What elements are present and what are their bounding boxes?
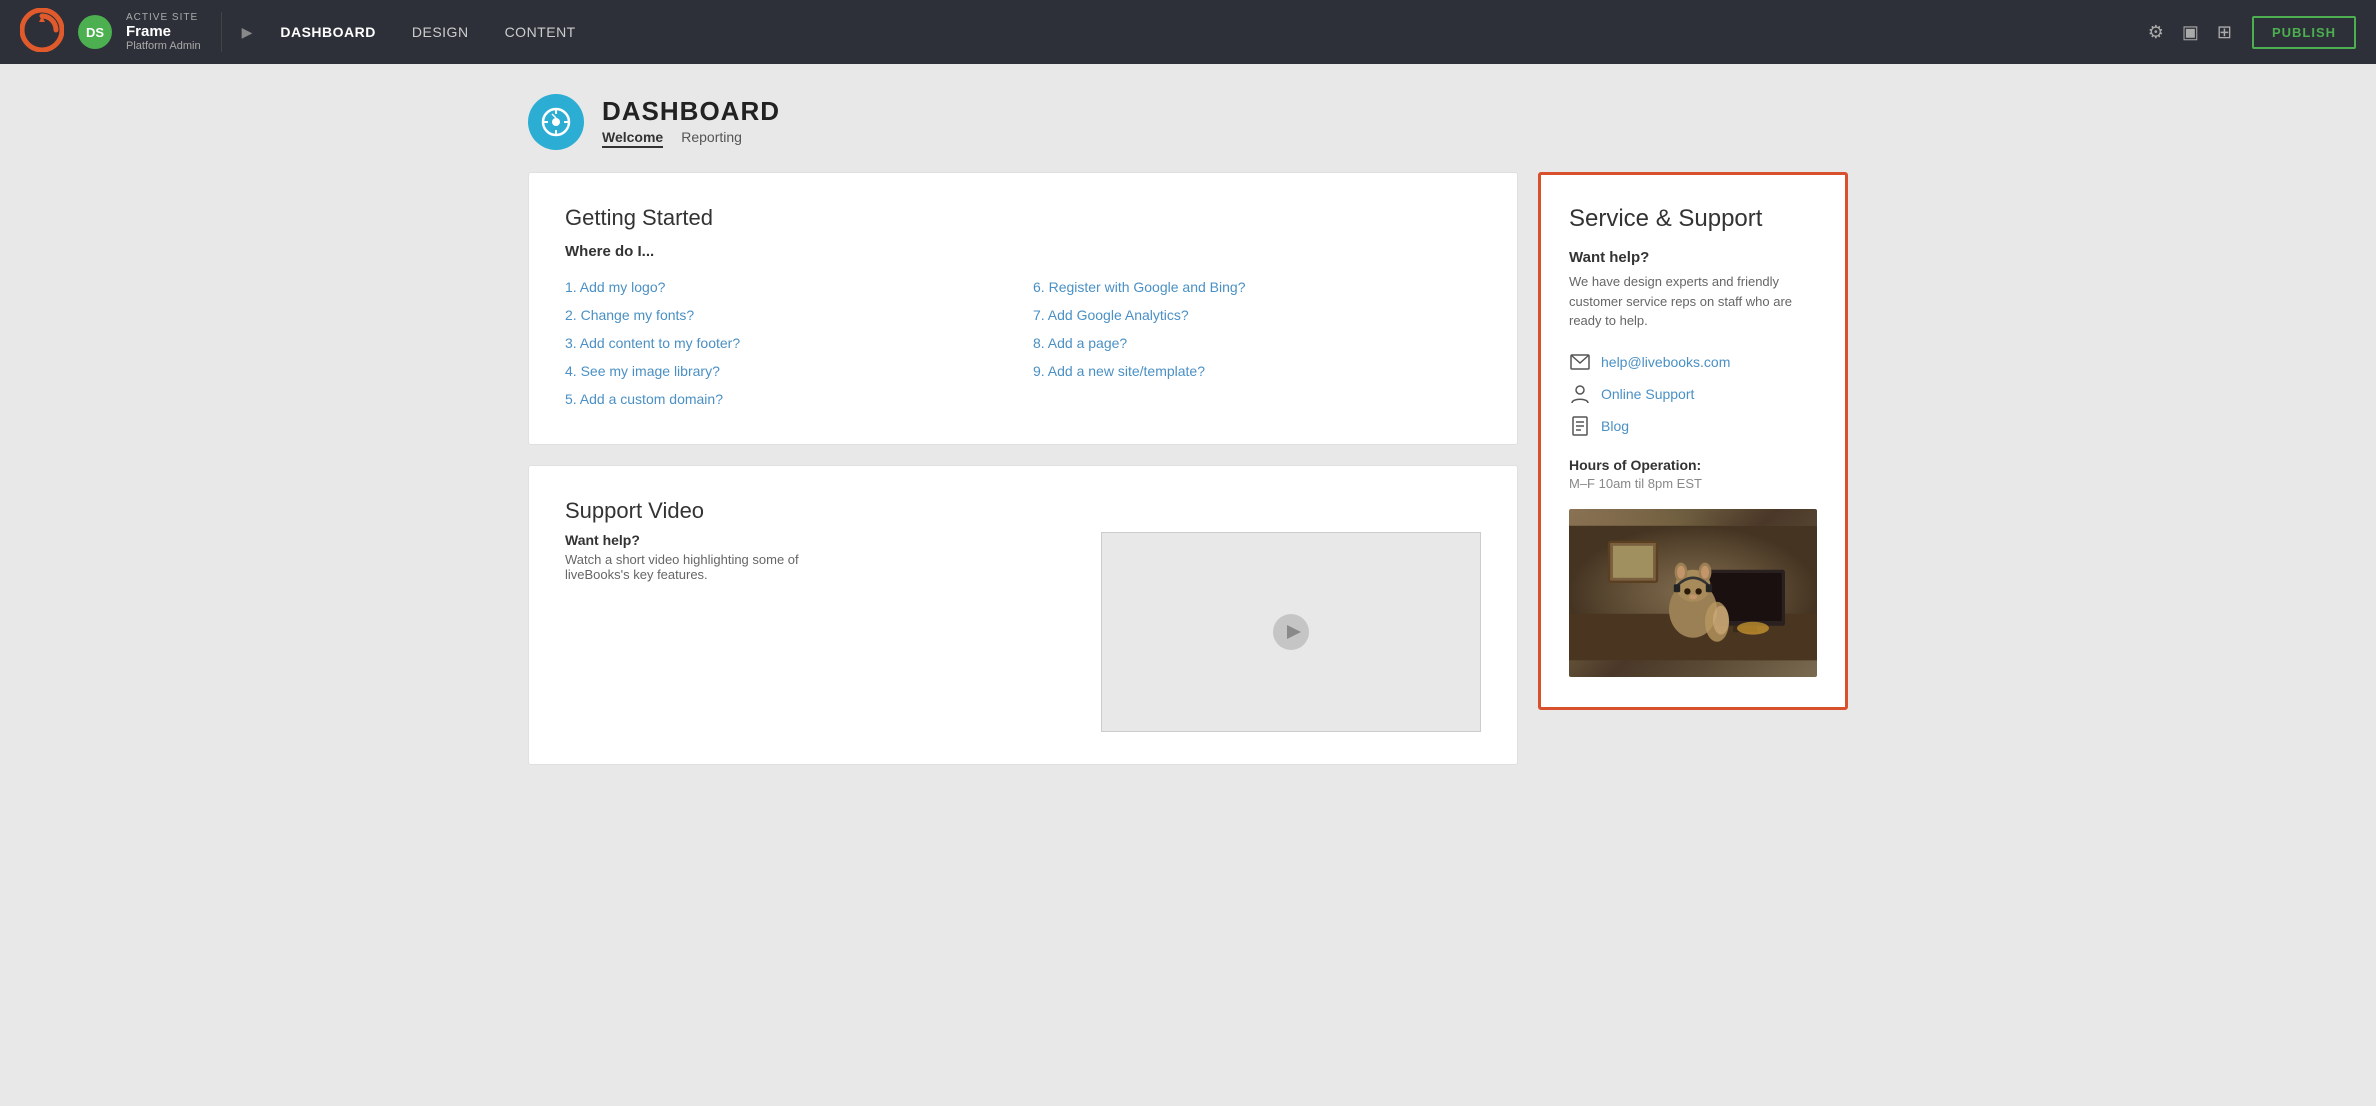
support-video-inner: Want help? Watch a short video highlight… bbox=[565, 532, 1481, 732]
page-title: DASHBOARD bbox=[602, 96, 780, 127]
service-description: We have design experts and friendly cust… bbox=[1569, 272, 1817, 331]
link-add-page[interactable]: 8. Add a page? bbox=[1033, 330, 1481, 356]
top-navigation: DS ACTIVE SITE Frame Platform Admin ▶ DA… bbox=[0, 0, 2376, 64]
site-info: ACTIVE SITE Frame Platform Admin bbox=[126, 12, 222, 52]
online-support-link[interactable]: Online Support bbox=[1601, 386, 1694, 402]
support-video-card: Support Video Want help? Watch a short v… bbox=[528, 465, 1518, 765]
link-register-google-bing[interactable]: 6. Register with Google and Bing? bbox=[1033, 274, 1481, 300]
main-layout: Getting Started Where do I... 1. Add my … bbox=[528, 172, 1848, 765]
main-right: Service & Support Want help? We have des… bbox=[1538, 172, 1848, 710]
publish-button[interactable]: PUBLISH bbox=[2252, 16, 2356, 49]
site-name: Frame bbox=[126, 23, 201, 40]
active-site-label: ACTIVE SITE bbox=[126, 12, 201, 23]
dashboard-tabs: Welcome Reporting bbox=[602, 129, 780, 148]
online-support-link-row: Online Support bbox=[1569, 383, 1817, 405]
links-grid: 1. Add my logo? 2. Change my fonts? 3. A… bbox=[565, 274, 1481, 412]
squirrel-image bbox=[1569, 509, 1817, 677]
service-title: Service & Support bbox=[1569, 205, 1817, 233]
service-support-card: Service & Support Want help? We have des… bbox=[1538, 172, 1848, 710]
link-change-fonts[interactable]: 2. Change my fonts? bbox=[565, 302, 1013, 328]
grid-icon[interactable]: ⊞ bbox=[2217, 22, 2232, 43]
email-link[interactable]: help@livebooks.com bbox=[1601, 354, 1730, 370]
link-image-library[interactable]: 4. See my image library? bbox=[565, 358, 1013, 384]
site-role: Platform Admin bbox=[126, 40, 201, 52]
play-button[interactable]: ▶ bbox=[242, 24, 253, 41]
nav-link-dashboard[interactable]: DASHBOARD bbox=[280, 24, 376, 40]
service-want-help-label: Want help? bbox=[1569, 249, 1817, 266]
nav-link-content[interactable]: CONTENT bbox=[505, 24, 576, 40]
getting-started-title: Getting Started bbox=[565, 205, 1481, 231]
dashboard-icon bbox=[528, 94, 584, 150]
hours-title: Hours of Operation: bbox=[1569, 457, 1817, 473]
blog-link-row: Blog bbox=[1569, 415, 1817, 437]
link-add-logo[interactable]: 1. Add my logo? bbox=[565, 274, 1013, 300]
page-body: DASHBOARD Welcome Reporting Getting Star… bbox=[488, 64, 1888, 795]
settings-icon[interactable]: ⚙ bbox=[2148, 22, 2164, 43]
support-video-title: Support Video bbox=[565, 498, 1481, 524]
dashboard-title-area: DASHBOARD Welcome Reporting bbox=[602, 96, 780, 148]
dashboard-header: DASHBOARD Welcome Reporting bbox=[528, 94, 1848, 150]
email-icon bbox=[1569, 351, 1591, 373]
service-links: help@livebooks.com Online Support bbox=[1569, 351, 1817, 437]
links-col2: 6. Register with Google and Bing? 7. Add… bbox=[1033, 274, 1481, 412]
blog-icon bbox=[1569, 415, 1591, 437]
want-help-label: Want help? bbox=[565, 532, 1071, 548]
hours-text: M–F 10am til 8pm EST bbox=[1569, 476, 1817, 491]
where-label: Where do I... bbox=[565, 243, 1481, 260]
support-video-text: Want help? Watch a short video highlight… bbox=[565, 532, 1071, 732]
getting-started-card: Getting Started Where do I... 1. Add my … bbox=[528, 172, 1518, 445]
link-new-site-template[interactable]: 9. Add a new site/template? bbox=[1033, 358, 1481, 384]
tab-reporting[interactable]: Reporting bbox=[681, 129, 742, 148]
topnav-right: PUBLISH bbox=[2252, 16, 2356, 49]
blog-link[interactable]: Blog bbox=[1601, 418, 1629, 434]
user-avatar[interactable]: DS bbox=[78, 15, 112, 49]
link-custom-domain[interactable]: 5. Add a custom domain? bbox=[565, 386, 1013, 412]
app-logo[interactable] bbox=[20, 8, 64, 57]
email-link-row: help@livebooks.com bbox=[1569, 351, 1817, 373]
person-icon bbox=[1569, 383, 1591, 405]
topnav-icons: ⚙ ▣ ⊞ bbox=[2148, 22, 2232, 43]
video-player[interactable] bbox=[1101, 532, 1481, 732]
tab-welcome[interactable]: Welcome bbox=[602, 129, 663, 148]
preview-icon[interactable]: ▣ bbox=[2182, 22, 2199, 43]
link-google-analytics[interactable]: 7. Add Google Analytics? bbox=[1033, 302, 1481, 328]
links-col1: 1. Add my logo? 2. Change my fonts? 3. A… bbox=[565, 274, 1013, 412]
link-add-footer-content[interactable]: 3. Add content to my footer? bbox=[565, 330, 1013, 356]
main-left: Getting Started Where do I... 1. Add my … bbox=[528, 172, 1518, 765]
nav-links: DASHBOARD DESIGN CONTENT bbox=[280, 24, 2147, 40]
support-video-desc: Watch a short video highlighting some of… bbox=[565, 552, 805, 582]
nav-link-design[interactable]: DESIGN bbox=[412, 24, 469, 40]
